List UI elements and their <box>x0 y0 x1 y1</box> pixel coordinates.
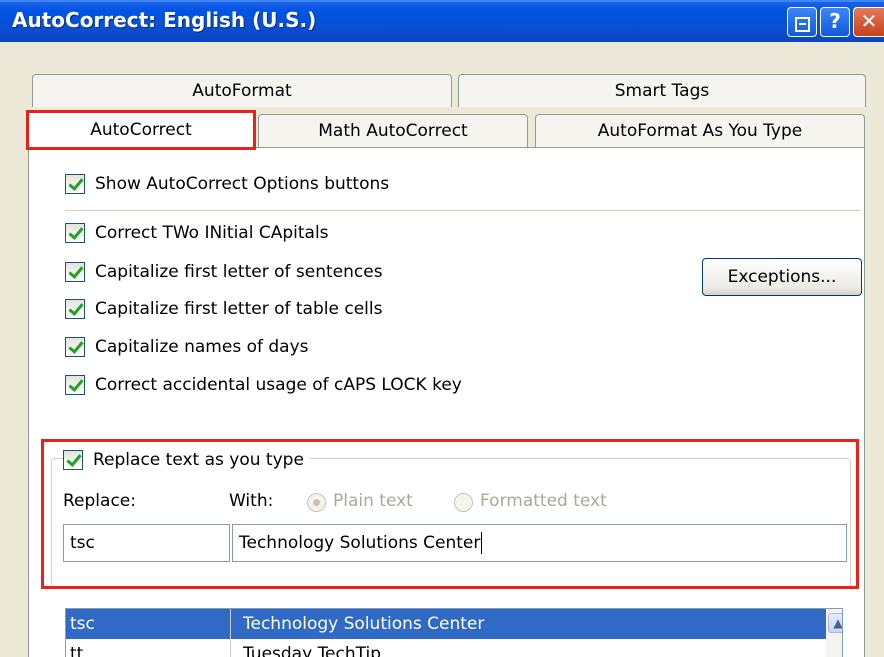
minimize-button[interactable] <box>787 7 817 37</box>
minimize-icon <box>794 17 810 32</box>
with-label: With: <box>229 491 274 511</box>
text-caret <box>481 532 483 554</box>
plain-text-radio[interactable] <box>307 493 326 512</box>
correct-caps-lock-checkbox[interactable]: Correct accidental usage of cAPS LOCK ke… <box>65 373 462 397</box>
autocorrect-panel: Show AutoCorrect Options buttons Correct… <box>28 147 865 657</box>
plain-text-label: Plain text <box>333 491 413 511</box>
replace-input-value: tsc <box>70 533 95 553</box>
replace-label: Replace: <box>63 491 136 511</box>
title-bar: AutoCorrect: English (U.S.) ? ✕ <box>0 0 884 42</box>
checkbox-checked-icon <box>65 299 85 319</box>
scroll-up-button[interactable]: ▲ <box>828 613 842 633</box>
checkbox-checked-icon <box>65 174 85 194</box>
formatted-text-radio[interactable] <box>454 493 473 512</box>
checkbox-checked-icon <box>65 375 85 395</box>
checkbox-checked-icon <box>65 223 85 243</box>
show-autocorrect-options-checkbox[interactable]: Show AutoCorrect Options buttons <box>65 172 389 196</box>
replace-input[interactable]: tsc <box>63 524 230 562</box>
list-item-key: tsc <box>66 609 231 639</box>
capitalize-table-cells-label: Capitalize first letter of table cells <box>95 299 383 319</box>
autocorrect-dialog: AutoFormat Smart Tags Math AutoCorrect A… <box>0 42 884 657</box>
divider <box>65 210 861 211</box>
autocorrect-entries-list[interactable]: tsc Technology Solutions Center tt Tuesd… <box>65 608 843 657</box>
replace-text-label: Replace text as you type <box>93 450 304 470</box>
tab-autoformat[interactable]: AutoFormat <box>32 74 452 107</box>
formatted-text-label: Formatted text <box>480 491 607 511</box>
list-item[interactable]: tt Tuesday TechTip <box>66 639 829 657</box>
with-input-value: Technology Solutions Center <box>239 533 481 553</box>
replace-text-checkbox[interactable]: Replace text as you type <box>63 448 310 472</box>
capitalize-days-checkbox[interactable]: Capitalize names of days <box>65 335 309 359</box>
correct-caps-lock-label: Correct accidental usage of cAPS LOCK ke… <box>95 375 462 395</box>
list-item-key: tt <box>66 639 231 657</box>
checkbox-checked-icon <box>63 450 83 470</box>
capitalize-days-label: Capitalize names of days <box>95 337 309 357</box>
checkbox-checked-icon <box>65 337 85 357</box>
exceptions-button[interactable]: Exceptions... <box>702 258 862 296</box>
list-item[interactable]: tsc Technology Solutions Center <box>66 609 829 639</box>
help-button[interactable]: ? <box>820 7 850 37</box>
correct-two-initial-capitals-label: Correct TWo INitial CApitals <box>95 223 329 243</box>
capitalize-table-cells-checkbox[interactable]: Capitalize first letter of table cells <box>65 297 382 321</box>
show-autocorrect-options-label: Show AutoCorrect Options buttons <box>95 174 390 194</box>
list-item-value: Tuesday TechTip <box>243 644 382 657</box>
checkbox-checked-icon <box>65 262 85 282</box>
close-button[interactable]: ✕ <box>853 7 884 37</box>
tab-autocorrect[interactable]: AutoCorrect <box>28 110 254 150</box>
list-item-value: Technology Solutions Center <box>243 614 485 634</box>
capitalize-sentences-checkbox[interactable]: Capitalize first letter of sentences <box>65 260 383 284</box>
replace-groupbox <box>51 458 851 588</box>
correct-two-initial-capitals-checkbox[interactable]: Correct TWo INitial CApitals <box>65 221 329 245</box>
with-input[interactable]: Technology Solutions Center <box>232 524 847 562</box>
tab-smart-tags[interactable]: Smart Tags <box>458 74 866 107</box>
tab-autoformat-as-you-type[interactable]: AutoFormat As You Type <box>535 114 865 147</box>
tab-math-autocorrect[interactable]: Math AutoCorrect <box>258 114 528 147</box>
capitalize-sentences-label: Capitalize first letter of sentences <box>95 262 383 282</box>
list-scrollbar[interactable]: ▲ <box>826 609 842 657</box>
window-title: AutoCorrect: English (U.S.) <box>12 8 317 32</box>
